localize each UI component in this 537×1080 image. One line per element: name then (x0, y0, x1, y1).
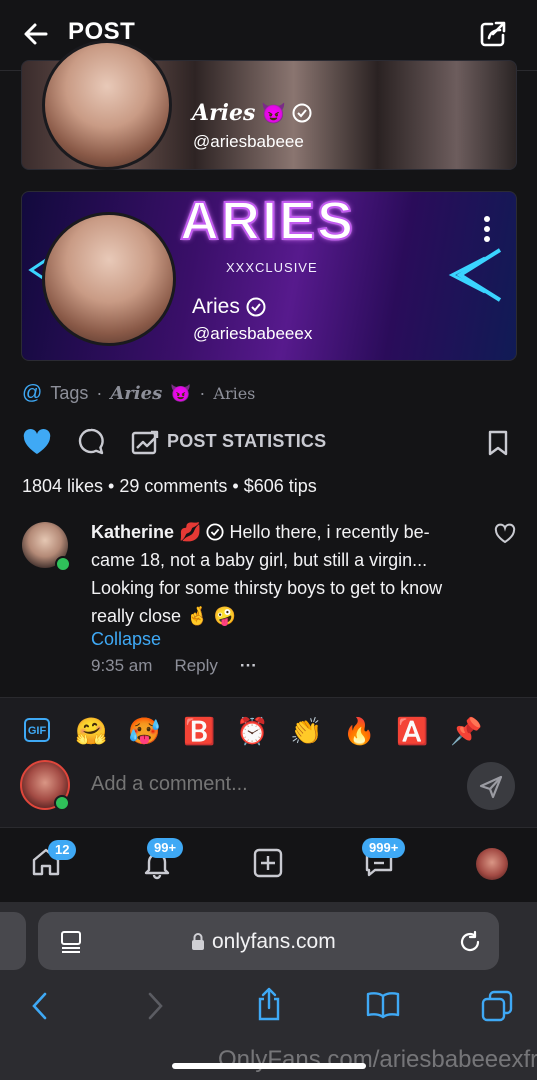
emoji-quick-7[interactable]: 🅰️ (396, 716, 428, 747)
comment-like-heart-icon[interactable] (494, 523, 516, 545)
tags-row: @ Tags · Aries 😈 · Aries (22, 382, 255, 405)
banner2-name: Aries (192, 295, 240, 318)
at-icon: @ (22, 382, 43, 404)
banner2-subtitle: XXXCLUSIVE (226, 260, 318, 275)
emoji-quick-8[interactable]: 📌 (450, 716, 482, 747)
messages-badge: 999+ (362, 838, 406, 858)
collapse-link[interactable]: Collapse (91, 629, 161, 650)
online-indicator (55, 556, 71, 572)
neon-chevron-right-icon (448, 248, 502, 302)
avatar[interactable] (42, 212, 176, 346)
comment-input[interactable] (91, 769, 451, 799)
reply-button[interactable]: Reply (174, 656, 217, 676)
comment-time: 9:35 am (91, 656, 153, 675)
comment-author[interactable]: Katherine (91, 522, 174, 542)
lock-icon (192, 933, 204, 950)
tags-label: Tags (50, 383, 89, 403)
banner2-logo: ARIES (179, 190, 356, 252)
home-badge: 12 (48, 840, 77, 860)
tag-aries-styled[interactable]: Aries (110, 383, 162, 404)
home-indicator[interactable] (172, 1063, 366, 1069)
reader-mode-icon[interactable] (60, 930, 82, 954)
tag-separator: · (96, 383, 103, 403)
gif-button[interactable]: GIF (24, 718, 50, 742)
emoji-quick-5[interactable]: 👏 (290, 716, 322, 747)
lips-emoji-icon: 💋 (179, 522, 202, 542)
emoji-quick-1[interactable]: 🤗 (75, 716, 107, 747)
comment-bubble-icon[interactable] (77, 427, 105, 457)
verified-icon (206, 523, 225, 541)
tabs-overview-icon[interactable] (480, 989, 514, 1023)
devil-emoji-icon: 😈 (170, 383, 192, 403)
verified-icon (292, 103, 312, 123)
banner2-handle[interactable]: @ariesbabeeex (193, 324, 312, 344)
emoji-quick-4[interactable]: ⏰ (236, 716, 268, 747)
like-heart-icon[interactable] (22, 428, 52, 456)
banner1-name-row: Aries 😈 (192, 100, 312, 126)
post-statistics-button[interactable]: POST STATISTICS (167, 431, 326, 452)
share-icon[interactable] (478, 19, 508, 49)
url-text[interactable]: onlyfans.com (212, 930, 336, 954)
previous-tab-stub[interactable] (0, 912, 26, 970)
devil-emoji-icon: 😈 (261, 102, 287, 125)
avatar[interactable] (42, 40, 172, 170)
emoji-quick-3[interactable]: 🅱️ (183, 716, 215, 747)
banner1-handle[interactable]: @ariesbabeee (193, 132, 304, 152)
comment-text-block: Katherine 💋 Hello there, i recently be-c… (91, 518, 471, 630)
online-indicator (54, 795, 70, 811)
tag-separator: · (199, 383, 206, 403)
bookmarks-book-icon[interactable] (365, 990, 401, 1020)
comment-more-button[interactable]: ··· (240, 656, 257, 676)
back-arrow-icon[interactable] (22, 20, 50, 48)
verified-icon (246, 297, 266, 317)
browser-forward-icon (148, 992, 163, 1020)
zany-face-emoji-icon: 🤪 (213, 606, 236, 626)
bookmark-icon[interactable] (487, 429, 509, 457)
tag-aries[interactable]: Aries (213, 384, 255, 403)
send-plane-icon (479, 775, 503, 799)
watermark: OnlyFans.com/ariesbabeeexfree (218, 1046, 537, 1073)
banner1-name: Aries (192, 100, 256, 126)
banner2-name-row: Aries (192, 295, 266, 319)
reload-icon[interactable] (458, 930, 482, 954)
comment-meta: 9:35 am Reply ··· (91, 656, 257, 676)
browser-back-icon[interactable] (28, 990, 52, 1022)
browser-share-icon[interactable] (254, 986, 284, 1022)
emoji-quick-6[interactable]: 🔥 (343, 716, 375, 747)
post-counts: 1804 likes • 29 comments • $606 tips (22, 476, 317, 496)
more-options-icon[interactable] (483, 216, 491, 242)
add-post-icon[interactable] (252, 847, 284, 879)
statistics-chart-icon[interactable] (131, 429, 159, 455)
crossed-fingers-emoji-icon: 🤞 (186, 606, 209, 626)
profile-tab-avatar[interactable] (476, 848, 508, 880)
emoji-quick-2[interactable]: 🥵 (128, 716, 160, 747)
notifications-badge: 99+ (147, 838, 184, 858)
send-button[interactable] (467, 762, 515, 810)
